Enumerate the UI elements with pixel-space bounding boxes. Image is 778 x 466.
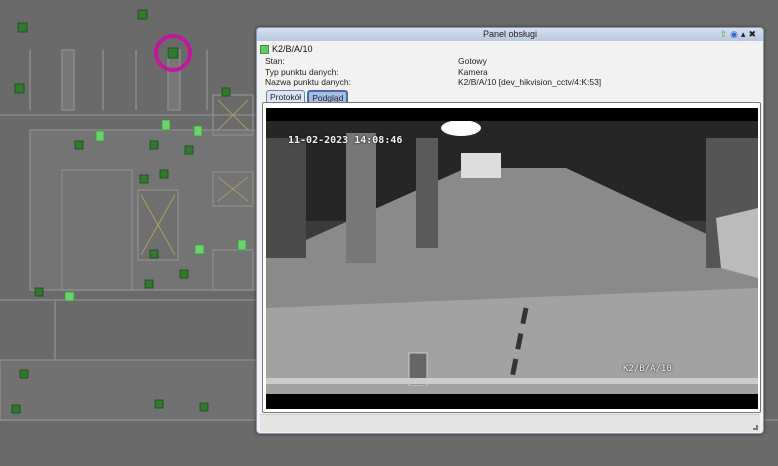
point-header: K2/B/A/10 xyxy=(260,44,313,54)
panel-title: Panel obsługi xyxy=(482,29,538,39)
help-icon[interactable]: ◉ xyxy=(730,29,741,39)
preview-pane: 11-02-2023 14:08:46 K2/B/A/10 xyxy=(262,102,761,413)
field-label: Typ punktu danych: xyxy=(265,66,339,77)
field-value: Gotowy xyxy=(458,56,487,66)
field-label: Stan: xyxy=(265,56,285,66)
video-timestamp: 11-02-2023 14:08:46 xyxy=(288,135,403,146)
point-name: K2/B/A/10 xyxy=(272,44,313,54)
camera-icon xyxy=(260,44,269,54)
panel-footer xyxy=(260,414,760,432)
field-value: Kamera xyxy=(458,66,488,77)
panel-titlebar[interactable]: Panel obsługi ⇧◉▴✖ xyxy=(257,28,763,41)
pin-icon[interactable]: ⇧ xyxy=(720,29,731,39)
field-value: K2/B/A/10 [dev_hikvision_cctv/4:K:53] xyxy=(458,77,602,87)
resize-grip-icon[interactable] xyxy=(753,425,758,430)
control-panel-window: Panel obsługi ⇧◉▴✖ K2/B/A/10 Stan: Gotowy… xyxy=(256,27,764,434)
camera-video-feed[interactable]: 11-02-2023 14:08:46 K2/B/A/10 xyxy=(266,108,758,409)
close-icon[interactable]: ✖ xyxy=(748,29,759,39)
point-info: Stan: Gotowy Typ punktu danych: Kamera Naz… xyxy=(265,56,601,88)
video-camera-label: K2/B/A/10 xyxy=(623,364,672,374)
field-label: Nazwa punktu danych: xyxy=(265,77,351,87)
